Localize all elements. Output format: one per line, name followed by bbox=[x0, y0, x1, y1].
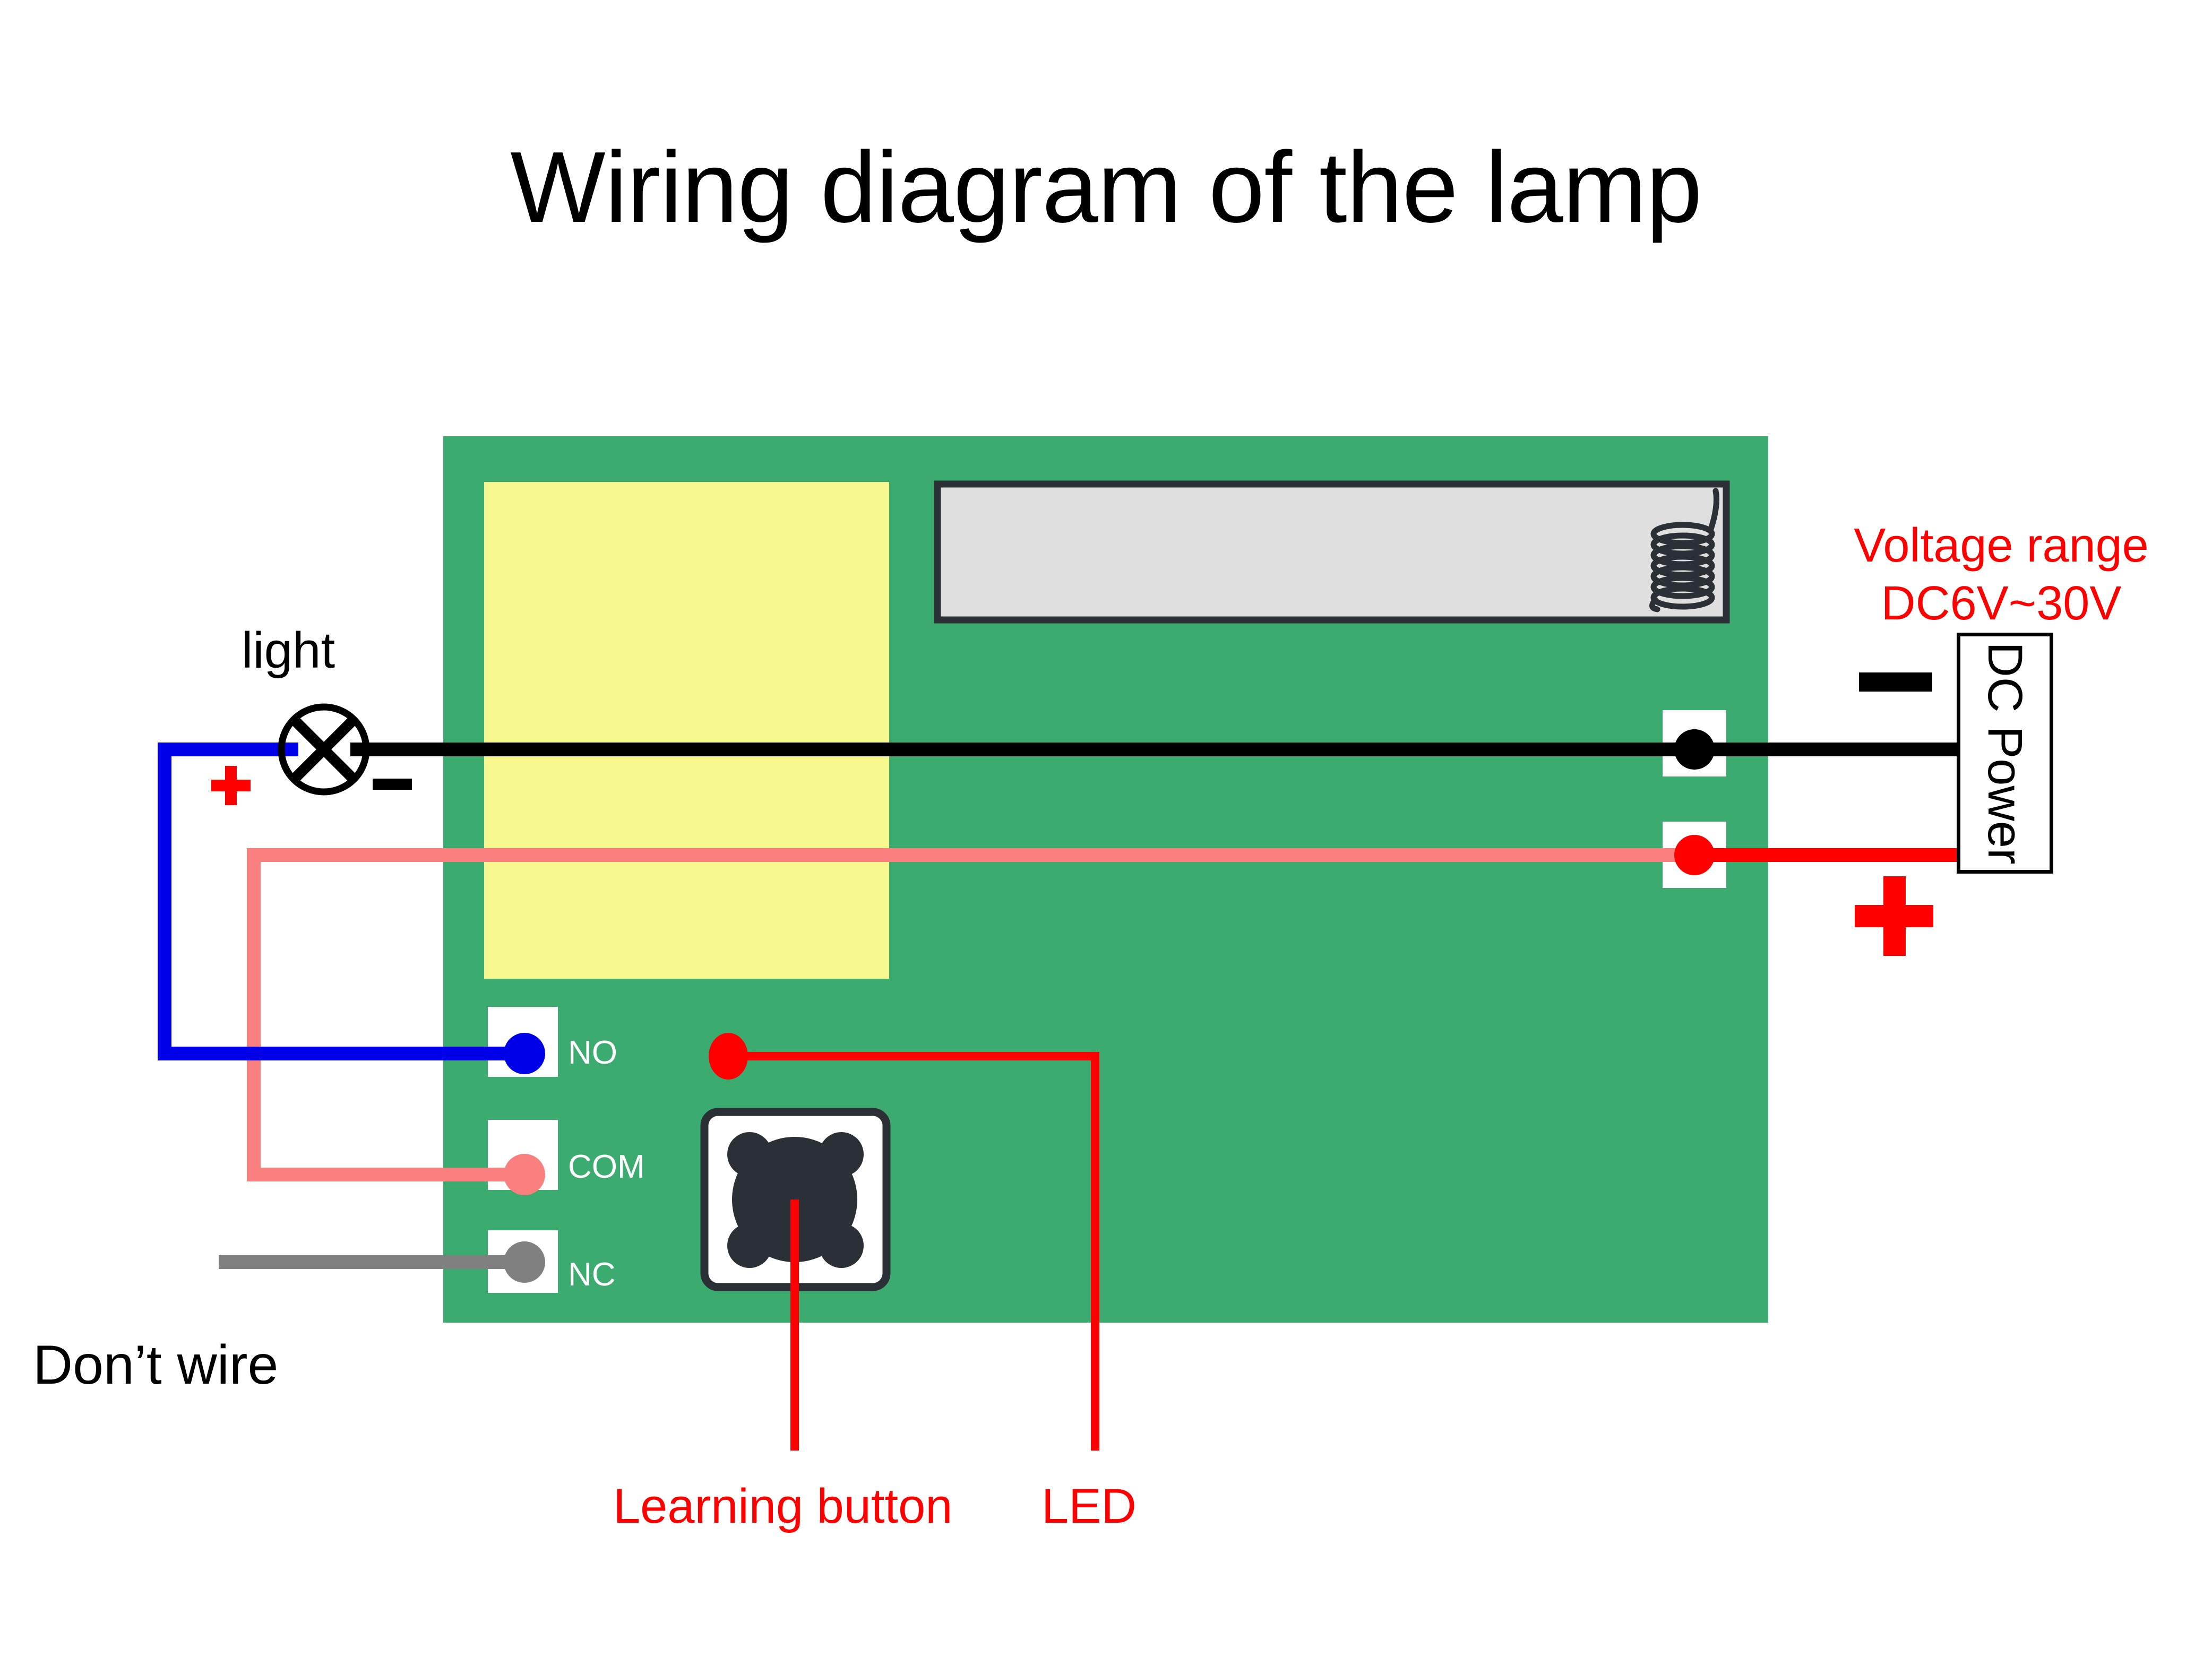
power-dot-negative bbox=[1674, 729, 1715, 770]
wiring-diagram-canvas: Wiring diagram of the lamp light Don’t w… bbox=[0, 0, 2212, 1657]
lamp-minus-icon bbox=[373, 779, 412, 790]
terminal-label-com: COM bbox=[568, 1149, 645, 1185]
rf-receiver-module bbox=[934, 480, 1730, 624]
dc-minus-icon bbox=[1859, 672, 1932, 692]
lamp-label: light bbox=[242, 622, 335, 679]
dont-wire-callout: Don’t wire bbox=[33, 1334, 279, 1396]
terminal-dot-no bbox=[504, 1033, 545, 1074]
terminal-dot-com bbox=[504, 1154, 545, 1195]
terminal-dot-nc bbox=[504, 1241, 545, 1283]
diagram-svg bbox=[158, 436, 1957, 1451]
learning-button-callout: Learning button bbox=[613, 1479, 953, 1533]
terminal-label-nc: NC bbox=[568, 1256, 616, 1293]
voltage-range-line-2: DC6V~30V bbox=[1881, 577, 2122, 630]
lamp-plus-icon-v bbox=[225, 766, 237, 805]
relay-block bbox=[484, 482, 889, 979]
voltage-range-line-1: Voltage range bbox=[1854, 519, 2149, 572]
led-callout: LED bbox=[1042, 1479, 1137, 1533]
terminal-label-no: NO bbox=[568, 1034, 617, 1071]
power-dot-positive bbox=[1674, 835, 1715, 875]
dc-plus-icon bbox=[1855, 876, 1933, 956]
dc-power-label: DC Power bbox=[1978, 642, 2033, 865]
